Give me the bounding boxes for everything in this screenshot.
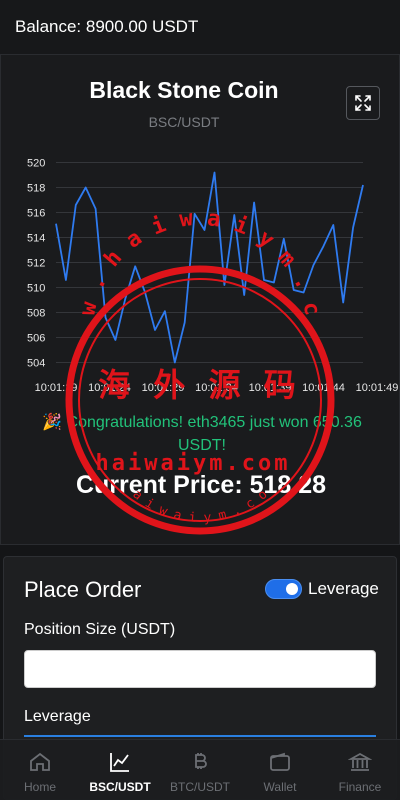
position-size-label: Position Size (USDT): [24, 621, 176, 638]
top-bar: Balance: 8900.00 USDT: [0, 0, 400, 55]
wallet-icon: [270, 752, 290, 771]
y-tick-label: 516: [27, 208, 45, 220]
home-icon: [30, 752, 50, 771]
x-tick-label: 10:01:19: [35, 382, 78, 394]
y-tick-label: 512: [27, 258, 45, 270]
nav-label: BSC/USDT: [89, 780, 151, 794]
y-tick-label: 510: [27, 283, 45, 295]
x-tick-label: 10:01:44: [302, 382, 345, 394]
x-tick-label: 10:01:29: [142, 382, 185, 394]
expand-button[interactable]: [346, 86, 380, 120]
leverage-label: Leverage: [24, 708, 91, 725]
x-tick-label: 10:01:49: [356, 382, 399, 394]
x-tick-label: 10:01:34: [195, 382, 238, 394]
nav-btc-usdt[interactable]: BTC/USDT: [160, 740, 240, 800]
toggle-knob: [286, 583, 298, 595]
nav-label: BTC/USDT: [170, 780, 230, 794]
order-title: Place Order: [24, 577, 142, 602]
chart-card: Black Stone Coin BSC/USDT 504 506 508 510 51…: [0, 55, 400, 545]
x-tick-label: 10:01:24: [88, 382, 131, 394]
y-tick-label: 514: [27, 233, 45, 245]
nav-label: Finance: [338, 780, 382, 794]
bank-icon: [348, 752, 372, 771]
nav-bsc-usdt[interactable]: BSC/USDT: [80, 740, 160, 800]
leverage-toggle[interactable]: [265, 579, 302, 599]
chart-line-icon: [110, 753, 129, 772]
price-line: [55, 171, 364, 364]
y-tick-label: 518: [27, 183, 45, 195]
y-tick-label: 506: [27, 333, 45, 345]
pair-label: BSC/USDT: [148, 114, 220, 130]
current-price: Current Price: 518.28: [75, 471, 327, 499]
leverage-toggle-label: Leverage: [308, 579, 379, 598]
win-notification: 🎉 Congratulations! eth3465 just won 650.…: [42, 414, 362, 454]
balance-text: Balance: 8900.00 USDT: [15, 17, 199, 36]
nav-label: Wallet: [263, 780, 297, 794]
y-tick-label: 520: [27, 158, 45, 170]
bitcoin-icon: [195, 753, 207, 769]
expand-icon: [355, 95, 371, 111]
nav-label: Home: [23, 780, 56, 794]
nav-finance[interactable]: Finance: [320, 740, 400, 800]
x-tick-label: 10:01:39: [249, 382, 292, 394]
y-tick-label: 508: [27, 308, 45, 320]
position-size-input[interactable]: [24, 650, 376, 688]
nav-home[interactable]: Home: [0, 740, 80, 800]
coin-title: Black Stone Coin: [89, 77, 279, 103]
nav-wallet[interactable]: Wallet: [240, 740, 320, 800]
price-chart: 504 506 508 510 512 514 516 518 520 10:01:19 10:0…: [27, 158, 399, 395]
bottom-nav: Home BSC/USDT BTC/USDT Wallet Finance: [0, 739, 400, 800]
y-tick-label: 504: [27, 358, 45, 370]
